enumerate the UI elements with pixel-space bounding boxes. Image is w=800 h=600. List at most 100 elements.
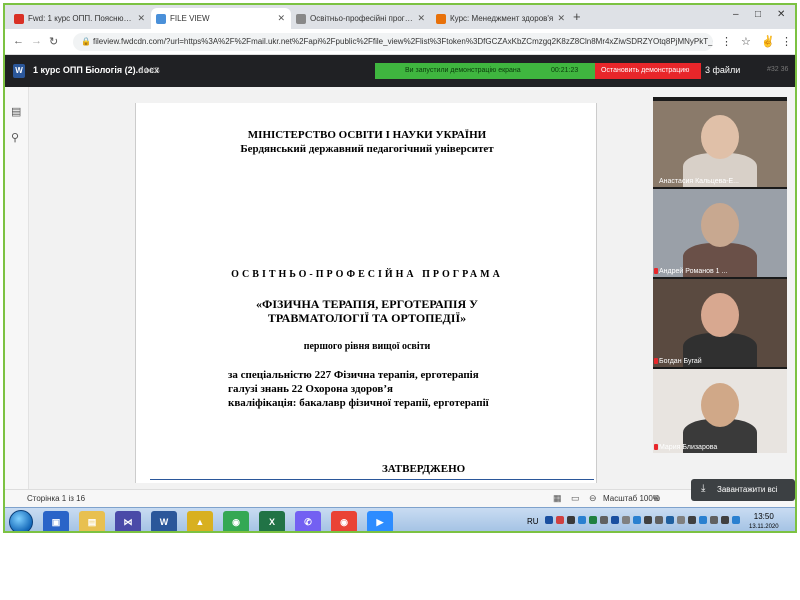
screen-share-banner: Ви запустили демонстрацію екрана 00:21:2… (375, 63, 595, 79)
tab-title: Освітньо-професійні програм (310, 14, 415, 23)
word-icon[interactable]: W (151, 511, 177, 531)
qualification-line: кваліфікація: бакалавр фізичної терапії,… (228, 397, 489, 409)
pages-icon[interactable]: ▤ (11, 105, 21, 118)
back-icon[interactable]: ← (13, 35, 24, 47)
tray-icon[interactable] (721, 516, 729, 524)
participant-name: Мария Близарова (659, 444, 718, 451)
bookmark-star-icon[interactable]: ☆ (741, 35, 751, 48)
close-icon[interactable]: ✕ (557, 13, 565, 24)
program-title-2: ТРАВМАТОЛОГІЇ ТА ОРТОПЕДІЇ» (267, 311, 467, 325)
ministry-line: МІНІСТЕРСТВО ОСВІТИ І НАУКИ УКРАЇНИ (247, 129, 487, 141)
forward-icon[interactable]: → (31, 35, 42, 47)
muted-mic-icon (654, 358, 658, 364)
participant-tile[interactable]: Андрей Романов 1 ... (653, 189, 787, 277)
grid-view-icon[interactable]: ▦ (553, 493, 562, 504)
close-icon[interactable]: ✕ (277, 13, 285, 24)
tab-programs[interactable]: Освітньо-професійні програм ✕ (291, 8, 431, 29)
excel-icon[interactable]: X (259, 511, 285, 531)
tray-icon[interactable] (611, 516, 619, 524)
participant-video (701, 203, 739, 247)
menu-icon[interactable]: ⋮ (781, 35, 792, 48)
app-icon[interactable]: ▲ (187, 511, 213, 531)
maximize-icon[interactable]: □ (755, 9, 761, 20)
tray-icon[interactable] (600, 516, 608, 524)
page-icon (156, 13, 166, 24)
tab-title: Курс: Менеджмент здоров'я (450, 14, 554, 23)
tab-title: FILE VIEW (170, 14, 210, 23)
files-count[interactable]: 3 файли (705, 65, 740, 75)
page-divider (150, 479, 594, 480)
save-icon[interactable]: ▣ (43, 511, 69, 531)
gmail-icon (14, 13, 24, 24)
tray-icon[interactable] (633, 516, 641, 524)
tray-icon[interactable] (589, 516, 597, 524)
download-all-button[interactable]: ⤓ Завантажити всі (691, 479, 795, 501)
fit-page-icon[interactable]: ▭ (571, 493, 580, 504)
extension-icon[interactable]: ✌ (761, 35, 775, 48)
chrome-icon[interactable]: ◉ (223, 511, 249, 531)
language-indicator[interactable]: RU (527, 517, 539, 526)
participants-panel: Анастасия Кальцева-Е... Андрей Романов 1… (653, 97, 787, 453)
share-timer: 00:21:23 (551, 67, 579, 74)
tab-bar: Fwd: 1 курс ОПП. Пояснювальн ✕ FILE VIEW… (5, 5, 795, 29)
tab-course[interactable]: Курс: Менеджмент здоров'я ✕ (431, 8, 571, 29)
download-all-label: Завантажити всі (717, 485, 778, 494)
tray-icon[interactable] (578, 516, 586, 524)
tab-file-view[interactable]: FILE VIEW ✕ (151, 8, 291, 29)
zoom-out-icon[interactable]: ⊖ (589, 493, 597, 504)
download-icon: ⤓ (701, 483, 706, 494)
moodle-icon (436, 13, 446, 24)
participant-tile[interactable]: Мария Близарова (653, 369, 787, 453)
program-title-1: «ФІЗИЧНА ТЕРАПІЯ, ЕРГОТЕРАПІЯ У (256, 297, 478, 311)
tray-icon[interactable] (655, 516, 663, 524)
close-icon[interactable]: ✕ (137, 13, 145, 24)
tray-icon[interactable] (644, 516, 652, 524)
tray-icon[interactable] (567, 516, 575, 524)
stop-share-label: Остановить демонстрацию (601, 67, 690, 74)
document-page: МІНІСТЕРСТВО ОСВІТИ І НАУКИ УКРАЇНИ Берд… (135, 103, 597, 483)
new-tab-icon[interactable]: + (573, 9, 581, 24)
search-icon[interactable]: ⚲ (11, 131, 19, 144)
share-icon[interactable]: ⋮ (721, 35, 732, 48)
left-toolbar: ▤ ⚲ (5, 87, 29, 489)
close-icon[interactable]: ✕ (417, 13, 425, 24)
reload-icon[interactable]: ↻ (49, 35, 58, 48)
tray-icon[interactable] (666, 516, 674, 524)
tray-icon[interactable] (556, 516, 564, 524)
education-level: першого рівня вищої освіти (303, 341, 431, 352)
url-field[interactable]: 🔒 fileview.fwdcdn.com/?url=https%3A%2F%2… (73, 33, 713, 51)
tab-mail[interactable]: Fwd: 1 курс ОПП. Пояснювальн ✕ (9, 8, 151, 29)
tray-icon[interactable] (699, 516, 707, 524)
minimize-icon[interactable]: – (733, 9, 739, 20)
start-button-icon[interactable] (9, 510, 33, 531)
participant-video (701, 115, 739, 159)
tray-icon[interactable] (710, 516, 718, 524)
participant-tile[interactable]: Богдан Бугай (653, 279, 787, 367)
close-window-icon[interactable]: ✕ (777, 9, 785, 20)
stop-share-button[interactable]: Остановить демонстрацию (595, 63, 701, 79)
zoom-level[interactable]: Масштаб 100% (603, 494, 660, 503)
chrome-icon-2[interactable]: ◉ (331, 511, 357, 531)
tray-icon[interactable] (688, 516, 696, 524)
address-bar: ← → ↻ 🔒 fileview.fwdcdn.com/?url=https%3… (5, 29, 795, 55)
muted-mic-icon (654, 444, 658, 450)
media-player-icon[interactable]: ⋈ (115, 511, 141, 531)
page-info: Сторінка 1 із 16 (27, 494, 86, 503)
field-line: галузі знань 22 Охорона здоров’я (228, 383, 393, 395)
participant-name: Богдан Бугай (659, 358, 702, 365)
participant-tile[interactable]: Анастасия Кальцева-Е... (653, 101, 787, 187)
tray-icon[interactable] (732, 516, 740, 524)
viewer-header: W 1 курс ОПП Біологія (2).docx 84 КБ Ви … (5, 55, 795, 87)
participant-video (701, 383, 739, 427)
zoom-in-icon[interactable]: ⊕ (653, 493, 661, 504)
viber-icon[interactable]: ✆ (295, 511, 321, 531)
clock[interactable]: 13:50 13.11.2020 (749, 512, 779, 531)
page-icon (296, 13, 306, 24)
viewer-status-bar: Сторінка 1 із 16 ▦ ▭ ⊖ Масштаб 100% ⊕ (5, 489, 795, 507)
tray-icon[interactable] (545, 516, 553, 524)
folder-icon[interactable]: ▤ (79, 511, 105, 531)
tray-icon[interactable] (677, 516, 685, 524)
zoom-icon[interactable]: ▶ (367, 511, 393, 531)
tray-icon[interactable] (622, 516, 630, 524)
clock-time: 13:50 (753, 512, 774, 521)
